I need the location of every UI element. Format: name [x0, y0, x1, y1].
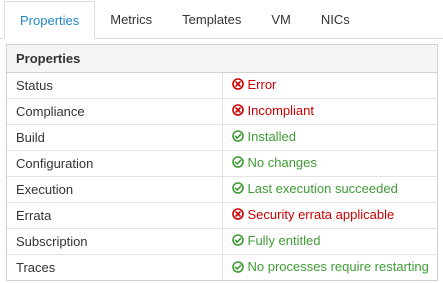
check-circle-icon [231, 234, 244, 247]
tab-vm[interactable]: VM [256, 1, 306, 38]
status-text: Incompliant [247, 102, 314, 118]
check-circle-icon [231, 182, 244, 195]
error-circle-icon [231, 78, 244, 91]
table-row: Subscription Fully entitled [7, 228, 437, 255]
table-header: Properties [7, 45, 437, 73]
status-value: Security errata applicable [231, 206, 395, 222]
table-row: Errata Security errata applicable [7, 202, 437, 229]
status-text: Installed [247, 128, 296, 144]
status-text: No processes require restarting [247, 259, 429, 274]
status-text: Last execution succeeded [247, 180, 398, 196]
table-row: Execution Last execution succeeded [7, 176, 437, 203]
table-row: Compliance Incompliant [7, 98, 437, 125]
property-value-cell: Last execution succeeded [222, 176, 437, 203]
status-value: Fully entitled [231, 232, 321, 248]
table-row: Build Installed [7, 124, 437, 151]
status-value: No changes [231, 154, 317, 170]
property-value-cell: Installed [222, 124, 437, 151]
property-value-cell: Incompliant [222, 98, 437, 125]
status-text: No changes [247, 154, 317, 170]
property-label: Configuration [7, 150, 223, 177]
check-circle-icon [231, 156, 244, 169]
error-circle-icon [231, 104, 244, 117]
property-label: Execution [7, 176, 223, 203]
property-label: Compliance [7, 98, 223, 125]
property-label: Subscription [7, 228, 223, 255]
properties-table: Properties Status Error Compliance Incompli… [7, 45, 437, 280]
table-header-row: Properties [7, 45, 437, 73]
table-row: Status Error [7, 72, 437, 99]
property-value-cell: Security errata applicable [222, 202, 437, 229]
check-circle-icon [231, 260, 244, 273]
tab-nics[interactable]: NICs [306, 1, 365, 38]
status-text: Fully entitled [247, 232, 321, 248]
property-label: Status [7, 72, 223, 99]
table-row: Configuration No changes [7, 150, 437, 177]
property-label: Traces [7, 254, 223, 280]
status-value: Incompliant [231, 102, 314, 118]
status-text: Error [247, 76, 277, 92]
property-value-cell: No processes require restarting [222, 254, 437, 280]
property-value-cell: Error [222, 72, 437, 99]
status-value: Error [231, 76, 277, 92]
property-value-cell: Fully entitled [222, 228, 437, 255]
status-value: No processes require restarting [231, 259, 429, 274]
status-text: Security errata applicable [247, 206, 395, 222]
property-label: Build [7, 124, 223, 151]
property-label: Errata [7, 202, 223, 229]
property-value-cell: No changes [222, 150, 437, 177]
status-value: Last execution succeeded [231, 180, 398, 196]
tab-properties[interactable]: Properties [4, 1, 96, 39]
tab-bar: Properties Metrics Templates VM NICs [0, 0, 443, 39]
tab-metrics[interactable]: Metrics [95, 1, 167, 38]
table-row: Traces No processes require restarting [7, 254, 437, 280]
properties-panel: Properties Status Error Compliance Incompli… [6, 44, 438, 281]
status-value: Installed [231, 128, 296, 144]
error-circle-icon [231, 208, 244, 221]
tab-templates[interactable]: Templates [167, 1, 256, 38]
check-circle-icon [231, 130, 244, 143]
